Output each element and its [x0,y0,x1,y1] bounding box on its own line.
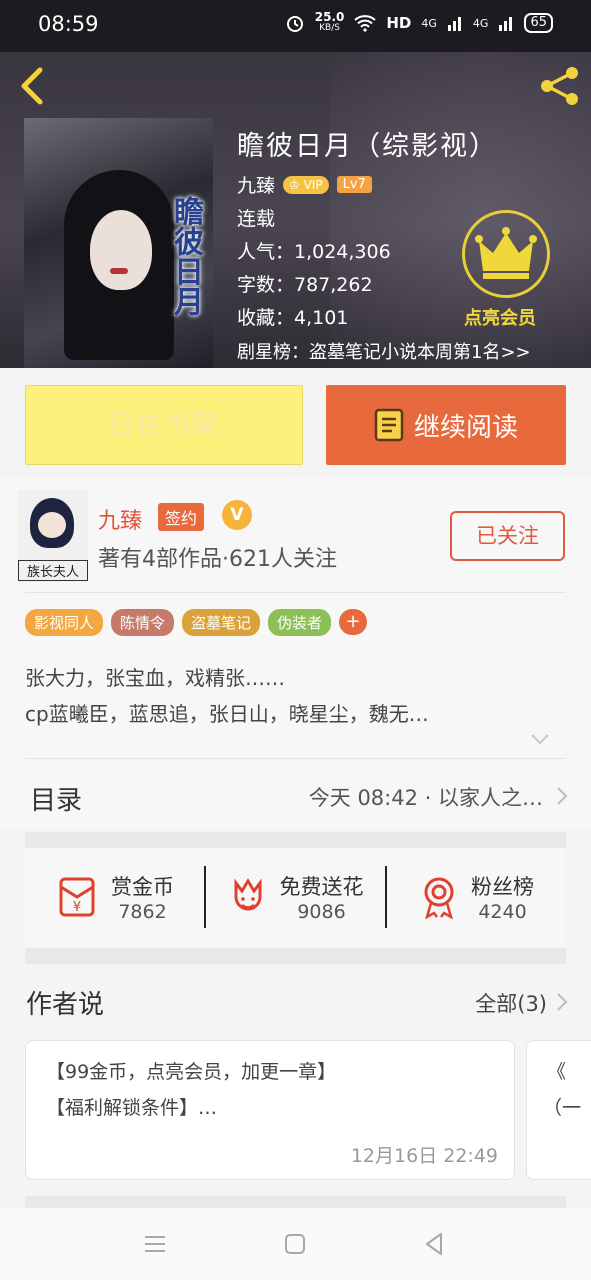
section-gap [25,1196,566,1208]
book-header: 瞻彼日月 瞻彼日月（综影视） 九臻 ♔ VIP Lv7 连载 人气：1,024,… [0,52,591,368]
vip-badge-text: VIP [303,177,323,192]
tag-wei-zhuang-zhe[interactable]: 伪装者 [268,609,332,636]
description-line-2: cp蓝曦臣，蓝思追，张日山，晓星尘，魏无… [25,702,429,726]
book-cover[interactable]: 瞻彼日月 [24,118,213,368]
reward-coins[interactable]: ¥ 赏金币 7862 [25,848,204,946]
chevron-right-icon [557,787,568,805]
ranking-link[interactable]: 剧星榜：盗墓笔记小说本周第1名>> [237,338,531,364]
home-icon[interactable] [281,1230,309,1258]
book-author-line: 九臻 ♔ VIP Lv7 [237,171,372,198]
reward-coins-label: 赏金币 [111,875,174,899]
signal-4g-1: 4G [421,16,437,30]
author-avatar[interactable]: 族长夫人 [18,490,88,582]
book-author[interactable]: 九臻 [237,171,275,198]
alarm-icon [286,16,303,32]
author-note-line-2: 【福利解锁条件】… [46,1097,218,1119]
on-shelf-button[interactable]: 已在书架 [25,385,303,465]
book-word-count: 字数：787,262 [237,274,373,296]
author-stats: 著有4部作品·621人关注 [98,547,337,572]
signal-bars-icon [499,17,513,31]
toc-label: 目录 [30,786,83,816]
author-note-peek-1: 《 [547,1061,567,1083]
vip-badge: ♔ VIP [283,175,329,194]
reward-fan-rank-label: 粉丝榜 [471,875,534,899]
flower-icon [234,878,261,911]
description-line-1: 张大力，张宝血，戏精张…… [25,666,285,690]
continue-reading-button[interactable]: 继续阅读 [326,385,566,465]
tag-daomu-biji[interactable]: 盗墓笔记 [182,609,261,636]
member-crown-button[interactable] [462,210,550,298]
author-note-card[interactable]: 【99金币，点亮会员，加更一章】 【福利解锁条件】… 12月16日 22:49 [25,1040,515,1180]
divider [25,758,566,759]
reward-fan-rank-count: 4240 [478,901,527,923]
section-gap [25,948,566,964]
status-bar: 08:59 25.0 KB/S HD 4G 4G 65 [0,0,591,52]
medal-icon [424,877,454,919]
member-crown-label[interactable]: 点亮会员 [464,304,536,330]
signal-bars-icon [447,17,461,31]
signal-4g-2: 4G [472,16,489,30]
avatar-caption: 族长夫人 [18,560,88,581]
system-nav-bar [0,1208,591,1280]
tag-list: 影视同人 陈情令 盗墓笔记 伪装者 + [25,609,368,636]
tag-film-fanfic[interactable]: 影视同人 [25,609,104,636]
tag-chen-qing-ling[interactable]: 陈情令 [111,609,175,636]
menu-icon[interactable] [141,1230,169,1258]
back-triangle-icon[interactable] [421,1230,449,1258]
book-status: 连载 [237,208,276,230]
following-button[interactable]: 已关注 [450,511,565,561]
level-badge: Lv7 [336,176,372,193]
net-speed-value: 25.0 [314,10,345,24]
book-popularity: 人气：1,024,306 [237,241,391,263]
reward-fan-rank[interactable]: 粉丝榜 4240 [387,848,566,946]
reward-flowers-count: 9086 [297,901,346,923]
author-note-line-1: 【99金币，点亮会员，加更一章】 [46,1061,337,1083]
net-speed: 25.0 KB/S [314,10,345,34]
chevron-down-icon[interactable] [530,732,550,746]
crown-icon [475,227,537,279]
verified-badge: V [222,500,252,530]
book-icon [374,408,404,442]
continue-reading-label: 继续阅读 [413,412,518,443]
author-says-all-link[interactable]: 全部(3) [475,988,547,1018]
share-icon[interactable] [538,64,582,108]
cover-lips [110,268,128,274]
author-name[interactable]: 九臻 [98,503,142,535]
book-title: 瞻彼日月（综影视） [237,131,498,162]
avatar-face [38,512,66,538]
wifi-icon [354,15,377,32]
toc-latest-chapter: 今天 08:42 · 以家人之… [308,786,543,810]
add-tag-button[interactable]: + [339,609,368,635]
svg-text:¥: ¥ [73,900,81,915]
author-note-time: 12月16日 22:49 [350,1145,498,1167]
status-time: 08:59 [38,12,99,36]
back-arrow-icon[interactable] [16,66,50,106]
signed-badge: 签约 [158,503,205,531]
battery-indicator: 65 [524,13,553,33]
author-says-title: 作者说 [26,990,105,1020]
hd-indicator: HD [386,14,412,32]
reward-flowers[interactable]: 免费送花 9086 [206,848,385,946]
rewards-bar: ¥ 赏金币 7862 免费送花 9086 粉丝榜 4240 [25,848,566,946]
red-envelope-icon: ¥ [59,877,95,917]
author-note-card-next[interactable]: 《 （一 [526,1040,591,1180]
divider [25,592,566,593]
net-speed-unit: KB/S [319,23,340,33]
author-note-peek-2: （一 [543,1097,582,1119]
reward-coins-count: 7862 [118,901,167,923]
cover-title: 瞻彼日月 [168,196,203,316]
table-of-contents-row[interactable]: 目录 今天 08:42 · 以家人之… [0,760,591,832]
chevron-right-icon[interactable] [555,992,569,1012]
book-favorites: 收藏：4,101 [237,307,349,329]
section-gap [25,832,566,848]
cover-face [90,210,152,290]
reward-flowers-label: 免费送花 [279,875,364,899]
status-icons: 25.0 KB/S HD 4G 4G 65 [285,10,553,34]
